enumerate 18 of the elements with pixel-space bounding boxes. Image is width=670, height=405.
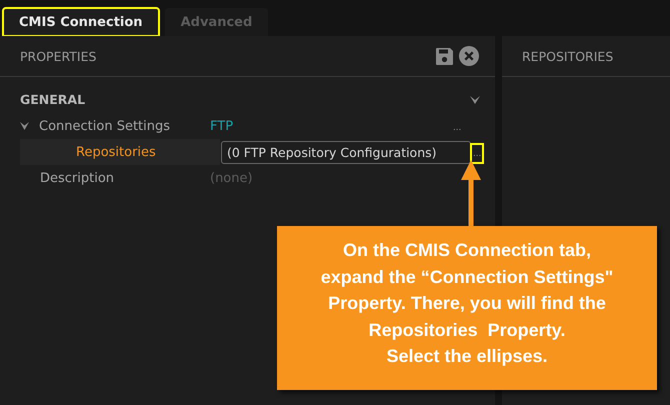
tab[interactable]: CMIS Connection [3, 8, 159, 36]
callout-text: On the CMIS Connection tab, expand the “Connection Settings" Property. There, you will find the Repositories Property. Select the ellipses. [277, 226, 657, 390]
property-value[interactable]: FTP [210, 118, 234, 134]
property-value: (none) [210, 170, 253, 186]
panel-title: REPOSITORIES [522, 48, 614, 64]
close-icon[interactable] [459, 46, 479, 66]
value-field[interactable]: (0 FTP Repository Configurations) [221, 140, 471, 164]
property-label[interactable]: Description [0, 165, 200, 191]
save-icon[interactable] [435, 46, 454, 66]
property-label[interactable]: Repositories [20, 139, 220, 165]
expand-icon[interactable] [20, 122, 29, 130]
panel-title: PROPERTIES [20, 48, 96, 64]
group-title: GENERAL [20, 92, 86, 107]
ellipsis-button[interactable]: ... [451, 118, 464, 138]
chevron-icon[interactable] [470, 96, 480, 104]
arrow-icon [461, 160, 481, 226]
property-label[interactable]: Connection Settings [0, 113, 200, 139]
ellipsis-button[interactable]: ... [471, 144, 484, 164]
